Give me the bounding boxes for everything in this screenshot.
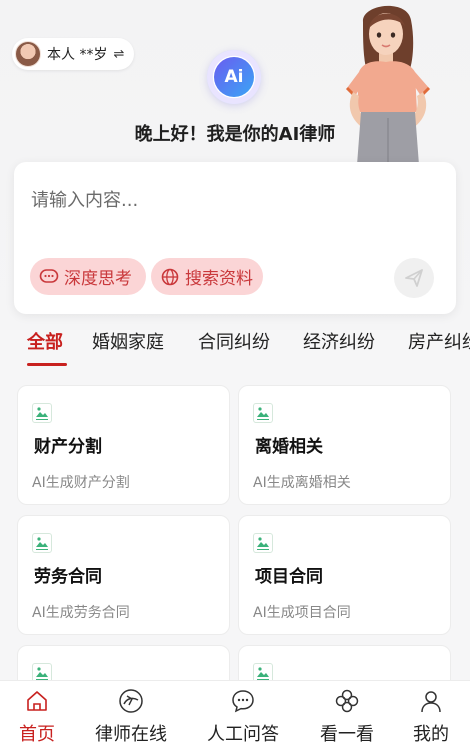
- globe-icon: [160, 267, 180, 287]
- document-image-icon: [32, 533, 52, 553]
- card-subtitle: AI生成财产分割: [32, 475, 130, 491]
- nav-lawyer-online[interactable]: 律师在线: [84, 681, 178, 750]
- bottom-navigation: 首页 律师在线 人工问答 看一看 我的: [0, 680, 470, 750]
- deep-think-label: 深度思考: [64, 269, 132, 289]
- document-image-icon: [253, 403, 273, 423]
- card-subtitle: AI生成劳务合同: [32, 605, 130, 621]
- card-title: 财产分割: [34, 437, 102, 457]
- nav-label: 首页: [19, 724, 55, 745]
- tab-property-dispute[interactable]: 房产纠纷: [408, 328, 470, 354]
- card-project-contract[interactable]: 项目合同 AI生成项目合同: [238, 515, 451, 635]
- document-image-icon: [32, 403, 52, 423]
- chat-icon: [230, 688, 256, 714]
- send-button[interactable]: [394, 258, 434, 298]
- user-avatar: [15, 41, 41, 67]
- send-icon: [405, 269, 423, 287]
- card-subtitle: AI生成离婚相关: [253, 475, 351, 491]
- search-info-toggle[interactable]: 搜索资料: [151, 258, 263, 295]
- ai-logo-text: Ai: [214, 57, 254, 97]
- profile-switch-chip[interactable]: 本人 **岁 ⇌: [12, 38, 135, 70]
- search-info-label: 搜索资料: [185, 269, 253, 289]
- greeting-text: 晚上好！我是你的AI律师: [134, 124, 336, 145]
- lawyer-online-icon: [118, 688, 144, 714]
- card-title: 劳务合同: [34, 567, 102, 587]
- question-input[interactable]: 请输入内容...: [31, 186, 138, 212]
- tab-contract-dispute[interactable]: 合同纠纷: [198, 328, 270, 354]
- document-image-icon: [253, 533, 273, 553]
- tab-marriage-family[interactable]: 婚姻家庭: [92, 328, 164, 354]
- nav-home[interactable]: 首页: [0, 681, 84, 750]
- category-tabs: 全部 婚姻家庭 合同纠纷 经济纠纷 房产纠纷: [0, 322, 470, 370]
- deep-think-toggle[interactable]: 深度思考: [30, 258, 146, 295]
- card-divorce-related[interactable]: 离婚相关 AI生成离婚相关: [238, 385, 451, 505]
- user-icon: [418, 688, 444, 714]
- nav-human-qa[interactable]: 人工问答: [196, 681, 290, 750]
- active-tab-indicator: [27, 363, 67, 366]
- card-title: 离婚相关: [255, 437, 323, 457]
- nav-mine[interactable]: 我的: [384, 681, 470, 750]
- profile-label: 本人 **岁: [47, 47, 108, 63]
- card-property-division[interactable]: 财产分割 AI生成财产分割: [17, 385, 230, 505]
- card-title: 项目合同: [255, 567, 323, 587]
- nav-label: 看一看: [320, 724, 374, 745]
- card-labor-contract[interactable]: 劳务合同 AI生成劳务合同: [17, 515, 230, 635]
- nav-label: 律师在线: [95, 724, 167, 745]
- question-input-card: 请输入内容... 深度思考 搜索资料: [14, 162, 456, 314]
- nav-label: 我的: [413, 724, 449, 745]
- tab-economic-dispute[interactable]: 经济纠纷: [303, 328, 375, 354]
- clover-icon: [334, 688, 360, 714]
- home-icon: [24, 688, 50, 714]
- chat-bubble-icon: [39, 267, 59, 287]
- ai-logo: Ai: [207, 50, 261, 104]
- swap-icon: ⇌: [113, 46, 125, 62]
- nav-look[interactable]: 看一看: [300, 681, 394, 750]
- nav-label: 人工问答: [207, 724, 279, 745]
- card-subtitle: AI生成项目合同: [253, 605, 351, 621]
- tab-all[interactable]: 全部: [27, 328, 63, 354]
